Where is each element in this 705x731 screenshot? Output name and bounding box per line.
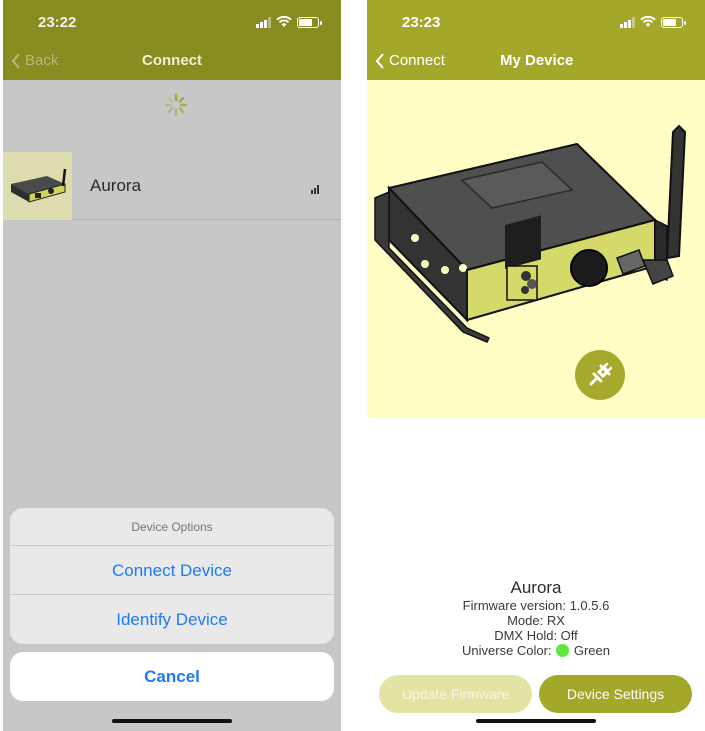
status-time: 23:23	[402, 14, 441, 31]
action-sheet: Device Options Connect Device Identify D…	[10, 508, 334, 644]
battery-icon	[661, 16, 686, 28]
device-illustration	[367, 80, 705, 417]
signal-icon	[620, 16, 635, 28]
connect-screen: 23:22 Back Connect Aurora Device Options…	[3, 0, 341, 731]
spinner-icon	[164, 93, 188, 117]
device-name: Aurora	[90, 176, 142, 195]
chevron-left-icon	[375, 52, 384, 69]
device-detail-screen: 23:23 Connect My Device Aurora Firmware …	[367, 0, 705, 731]
device-name: Aurora	[510, 578, 562, 597]
universe-color-value: Green	[573, 643, 610, 658]
navigation-bar: 23:23 Connect My Device	[367, 0, 705, 80]
wifi-icon	[640, 16, 656, 27]
page-title: My Device	[500, 52, 574, 69]
link-icon[interactable]	[575, 350, 625, 400]
cancel-button[interactable]: Cancel	[10, 652, 334, 701]
status-time: 23:22	[38, 14, 77, 31]
signal-icon	[256, 16, 271, 28]
device-mode: Mode: RX	[507, 613, 565, 628]
page-title: Connect	[142, 52, 202, 69]
device-thumbnail	[3, 152, 72, 220]
signal-strength-icon	[311, 185, 319, 194]
universe-color-swatch	[556, 644, 570, 657]
device-info: Aurora Firmware version: 1.0.5.6 Mode: R…	[367, 578, 705, 658]
back-button[interactable]: Connect	[375, 52, 445, 69]
device-image	[374, 124, 687, 343]
wifi-icon	[276, 16, 292, 27]
home-indicator	[112, 719, 232, 723]
battery-icon	[297, 16, 322, 28]
status-icons	[620, 16, 686, 28]
universe-color: Universe Color: Green	[367, 643, 705, 658]
firmware-version: Firmware version: 1.0.5.6	[462, 598, 610, 613]
dmx-hold: DMX Hold: Off	[494, 628, 578, 643]
device-list-item[interactable]: Aurora	[3, 152, 341, 220]
identify-device-button[interactable]: Identify Device	[10, 595, 334, 644]
status-icons	[256, 16, 322, 28]
connect-device-button[interactable]: Connect Device	[10, 546, 334, 595]
back-label: Connect	[389, 52, 445, 69]
navigation-bar: 23:22 Back Connect	[3, 0, 341, 80]
device-settings-button[interactable]: Device Settings	[539, 675, 692, 713]
home-indicator	[476, 719, 596, 723]
action-sheet-title: Device Options	[10, 508, 334, 546]
universe-color-label: Universe Color:	[462, 643, 552, 658]
update-firmware-button[interactable]: Update Firmware	[379, 675, 532, 713]
